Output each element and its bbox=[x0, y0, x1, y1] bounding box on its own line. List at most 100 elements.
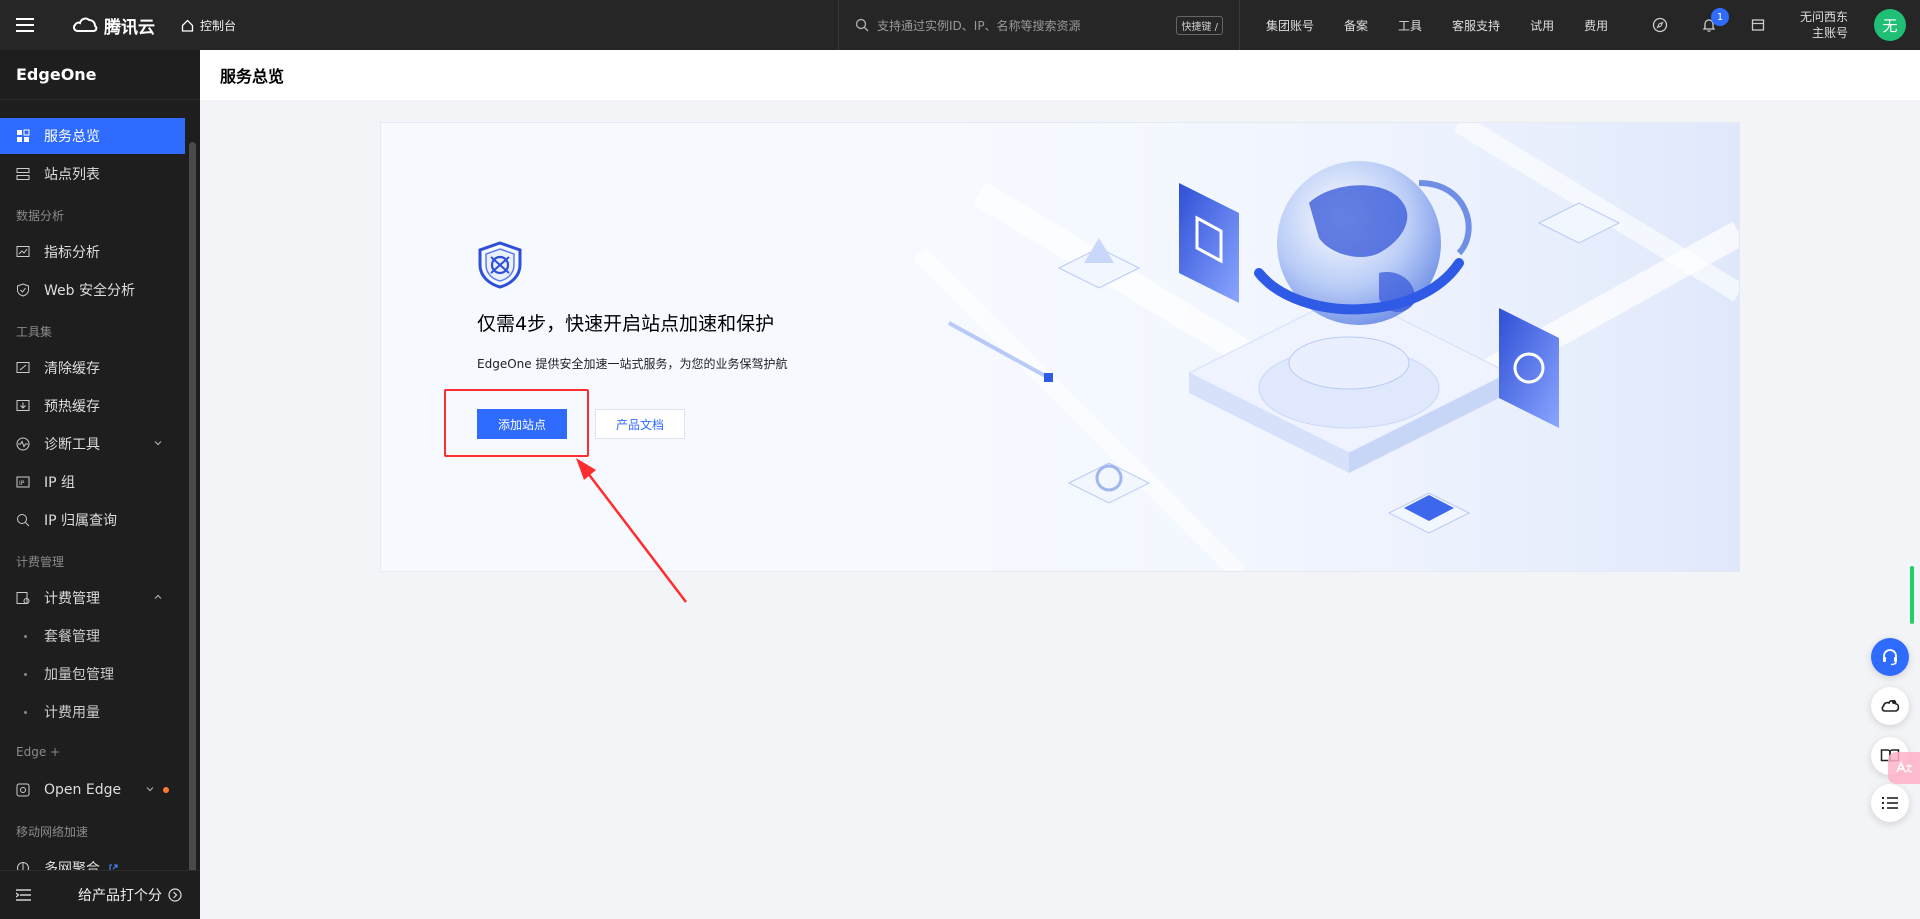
nav-support[interactable]: 客服支持 bbox=[1452, 17, 1500, 34]
translate-icon[interactable] bbox=[1888, 752, 1920, 784]
sidebar-item-label: 加量包管理 bbox=[44, 667, 114, 683]
pulse-icon bbox=[16, 437, 30, 451]
edgeone-shield-icon bbox=[478, 241, 522, 289]
hero-title: 仅需4步，快速开启站点加速和保护 bbox=[477, 313, 775, 335]
billing-icon[interactable] bbox=[1748, 15, 1768, 35]
sidebar-item-label: Open Edge bbox=[44, 782, 122, 798]
top-nav: 集团账号 备案 工具 客服支持 试用 费用 bbox=[1266, 0, 1638, 50]
cloud-logo-icon bbox=[73, 17, 98, 32]
product-title: EdgeOne bbox=[0, 50, 200, 100]
sidebar-item-web-security[interactable]: Web 安全分析 bbox=[0, 272, 185, 308]
cloud-icon bbox=[1881, 700, 1900, 712]
download-icon bbox=[16, 400, 30, 411]
cloud-assistant-button[interactable] bbox=[1871, 687, 1909, 725]
arrow-circle-icon[interactable] bbox=[168, 888, 182, 902]
chevron-down-icon bbox=[154, 441, 162, 446]
product-docs-button[interactable]: 产品文档 bbox=[595, 409, 685, 439]
hero-description: EdgeOne 提供安全加速一站式服务，为您的业务保驾护航 bbox=[477, 357, 788, 371]
sidebar-subitem-usage[interactable]: 计费用量 bbox=[0, 694, 185, 730]
sidebar-item-label: IP 归属查询 bbox=[44, 513, 118, 529]
bullet-icon bbox=[24, 711, 27, 714]
sidebar-item-ip-group[interactable]: IP IP 组 bbox=[0, 464, 185, 500]
list-icon bbox=[1882, 797, 1898, 809]
sidebar-item-diagnose[interactable]: 诊断工具 bbox=[0, 426, 185, 462]
sidebar-subitem-plans[interactable]: 套餐管理 bbox=[0, 618, 185, 654]
page-title: 服务总览 bbox=[220, 67, 285, 86]
list-icon bbox=[16, 168, 30, 180]
top-bar: 腾讯云 控制台 支持通过实例ID、IP、名称等搜索资源 快捷键 / 集团账号 备… bbox=[0, 0, 1920, 50]
customer-service-button[interactable] bbox=[1871, 638, 1909, 676]
sidebar-scrollbar[interactable] bbox=[189, 142, 196, 888]
shield-icon bbox=[17, 283, 29, 297]
hero-illustration bbox=[859, 123, 1739, 571]
headset-icon bbox=[1883, 649, 1897, 666]
bullet-icon bbox=[24, 635, 27, 638]
ip-icon: IP bbox=[16, 476, 30, 488]
avatar[interactable]: 无 bbox=[1874, 9, 1906, 41]
more-options-button[interactable] bbox=[1871, 784, 1909, 822]
console-link[interactable]: 控制台 bbox=[181, 17, 236, 34]
notification-badge: 1 bbox=[1711, 8, 1729, 26]
sidebar-item-label: 指标分析 bbox=[44, 245, 100, 261]
sidebar-footer: 给产品打个分 bbox=[0, 870, 200, 919]
sidebar-item-overview[interactable]: 服务总览 bbox=[0, 118, 185, 154]
bell-icon[interactable]: 1 bbox=[1699, 8, 1729, 35]
search-box[interactable]: 支持通过实例ID、IP、名称等搜索资源 快捷键 / bbox=[838, 0, 1240, 50]
search-input[interactable]: 支持通过实例ID、IP、名称等搜索资源 bbox=[877, 17, 1176, 34]
user-name: 无问西东 bbox=[1800, 10, 1849, 24]
page-header: 服务总览 bbox=[200, 50, 1920, 100]
brand-logo[interactable]: 腾讯云 bbox=[72, 13, 155, 38]
sidebar-item-purge[interactable]: 清除缓存 bbox=[0, 350, 185, 386]
console-label: 控制台 bbox=[200, 18, 237, 33]
section-edge-plus: Edge + bbox=[16, 745, 61, 759]
sidebar-item-billing[interactable]: 计费管理 bbox=[0, 580, 185, 616]
purge-icon bbox=[16, 362, 30, 373]
user-role: 主账号 bbox=[1812, 26, 1849, 40]
new-dot bbox=[163, 787, 169, 793]
sidebar-item-sites[interactable]: 站点列表 bbox=[0, 156, 185, 192]
highlight-box bbox=[444, 389, 589, 457]
shortcut-key: 快捷键 / bbox=[1176, 15, 1223, 35]
collapse-menu-icon[interactable] bbox=[16, 889, 31, 901]
chevron-up-icon bbox=[154, 594, 162, 599]
chevron-down-icon bbox=[146, 787, 154, 792]
scroll-indicator bbox=[1910, 566, 1914, 624]
sidebar-item-label: 套餐管理 bbox=[44, 629, 100, 645]
nav-group-account[interactable]: 集团账号 bbox=[1266, 17, 1314, 34]
compass-icon[interactable] bbox=[1650, 15, 1670, 35]
brand-name: 腾讯云 bbox=[104, 17, 155, 38]
sidebar-item-open-edge[interactable]: Open Edge bbox=[0, 772, 185, 808]
sidebar-subitem-addons[interactable]: 加量包管理 bbox=[0, 656, 185, 692]
edge-icon bbox=[16, 783, 30, 797]
nav-billing[interactable]: 费用 bbox=[1584, 17, 1608, 34]
search-icon bbox=[855, 18, 869, 32]
sidebar-item-label: 服务总览 bbox=[44, 129, 100, 145]
billing-icon bbox=[16, 592, 30, 604]
search-icon bbox=[17, 514, 30, 527]
sidebar-item-label: 诊断工具 bbox=[44, 437, 100, 453]
sidebar-item-prefetch[interactable]: 预热缓存 bbox=[0, 388, 185, 424]
nav-filing[interactable]: 备案 bbox=[1344, 17, 1368, 34]
sidebar-item-label: 计费管理 bbox=[44, 591, 100, 607]
home-icon bbox=[181, 19, 194, 32]
sidebar-item-metrics[interactable]: 指标分析 bbox=[0, 234, 185, 270]
menu-icon[interactable] bbox=[0, 0, 50, 50]
annotation-arrow-icon bbox=[576, 458, 687, 603]
rate-product-link[interactable]: 给产品打个分 bbox=[78, 885, 162, 905]
bullet-icon bbox=[24, 673, 27, 676]
nav-trial[interactable]: 试用 bbox=[1530, 17, 1554, 34]
sidebar-item-label: 清除缓存 bbox=[44, 361, 100, 377]
section-mobile: 移动网络加速 bbox=[16, 825, 89, 839]
section-data-analysis: 数据分析 bbox=[16, 209, 65, 223]
nav-tools[interactable]: 工具 bbox=[1398, 17, 1422, 34]
grid-icon bbox=[17, 129, 30, 142]
section-billing: 计费管理 bbox=[16, 555, 65, 569]
sidebar: EdgeOne 服务总览 站点列表 数据分析 指标分析 Web 安全分析 工具集… bbox=[0, 50, 200, 919]
sidebar-item-label: 预热缓存 bbox=[44, 399, 100, 415]
user-info[interactable]: 无问西东 主账号 bbox=[1800, 9, 1848, 41]
sidebar-item-label: 站点列表 bbox=[44, 167, 100, 183]
sidebar-item-label: IP 组 bbox=[44, 475, 76, 491]
chart-icon bbox=[16, 246, 30, 257]
sidebar-item-ip-lookup[interactable]: IP 归属查询 bbox=[0, 502, 185, 538]
sidebar-item-label: 计费用量 bbox=[44, 705, 100, 721]
